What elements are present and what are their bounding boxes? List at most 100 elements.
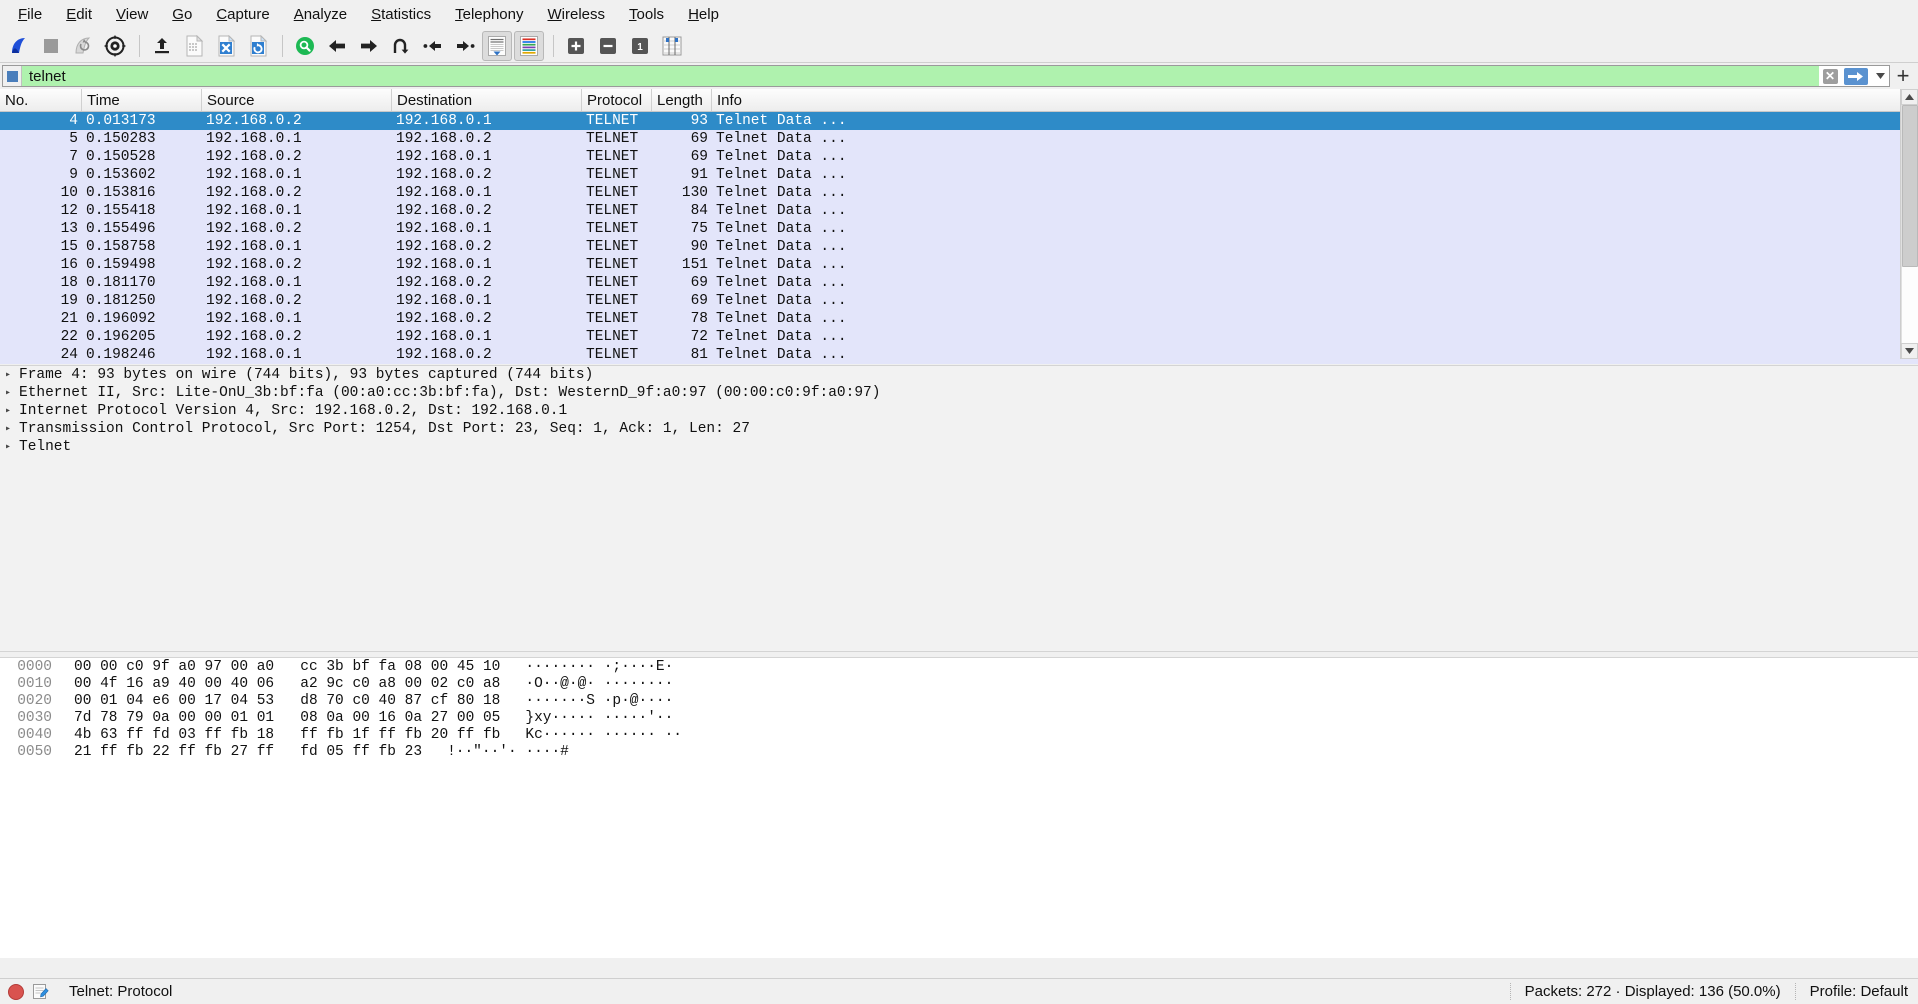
expand-triangle-icon[interactable]: ▸ <box>5 387 19 399</box>
expand-triangle-icon[interactable]: ▸ <box>5 405 19 417</box>
reload-file-icon[interactable] <box>243 31 273 61</box>
cell-len: 130 <box>681 185 708 201</box>
pane-splitter-bottom[interactable] <box>0 651 1918 658</box>
column-header-no[interactable]: No. <box>0 89 82 111</box>
table-row[interactable]: 16 0.159498 192.168.0.2 192.168.0.1 TELNET 15… <box>0 256 1918 274</box>
hexdump-row[interactable]: 0000 00 00 c0 9f a0 97 00 a0 cc 3b bf fa … <box>0 658 1918 675</box>
table-row[interactable]: 19 0.181250 192.168.0.2 192.168.0.1 TELNET 69… <box>0 292 1918 310</box>
packet-bytes-pane[interactable]: 0000 00 00 c0 9f a0 97 00 a0 cc 3b bf fa … <box>0 658 1918 958</box>
hexdump-row[interactable]: 0040 4b 63 ff fd 03 ff fb 18 ff fb 1f ff … <box>0 726 1918 743</box>
hexdump-row[interactable]: 0050 21 ff fb 22 ff fb 27 ff fd 05 ff fb … <box>0 743 1918 760</box>
menu-help[interactable]: Help <box>676 3 731 26</box>
packet-list-scrollbar[interactable] <box>1900 89 1918 359</box>
status-divider <box>1509 983 1511 1000</box>
packet-details-pane[interactable]: ▸ Frame 4: 93 bytes on wire (744 bits), 9… <box>0 366 1918 651</box>
menu-capture[interactable]: Capture <box>204 3 281 26</box>
apply-filter-icon[interactable] <box>1841 66 1871 86</box>
table-row[interactable]: 24 0.198246 192.168.0.1 192.168.0.2 TELNET 81… <box>0 346 1918 364</box>
menu-view[interactable]: View <box>104 3 160 26</box>
zoom-reset-icon[interactable]: 1 <box>625 31 655 61</box>
go-to-packet-icon[interactable] <box>386 31 416 61</box>
menu-go[interactable]: Go <box>160 3 204 26</box>
column-header-info[interactable]: Info <box>712 89 1918 111</box>
column-header-destination[interactable]: Destination <box>392 89 582 111</box>
auto-scroll-icon[interactable] <box>482 30 512 61</box>
display-filter-container[interactable]: telnet ✕ <box>2 65 1890 87</box>
save-file-icon[interactable] <box>179 31 209 61</box>
detail-row[interactable]: ▸ Frame 4: 93 bytes on wire (744 bits), 9… <box>0 366 1918 384</box>
menu-tools[interactable]: Tools <box>617 3 676 26</box>
cell-len: 81 <box>690 347 708 363</box>
scrollbar-thumb[interactable] <box>1902 105 1918 267</box>
close-file-icon[interactable] <box>211 31 241 61</box>
cell-src: 192.168.0.2 <box>206 113 302 129</box>
expand-triangle-icon[interactable]: ▸ <box>5 369 19 381</box>
menu-wireless[interactable]: Wireless <box>536 3 618 26</box>
find-packet-icon[interactable] <box>290 31 320 61</box>
status-profile-text[interactable]: Profile: Default <box>1810 983 1908 1000</box>
menu-file[interactable]: File <box>6 3 54 26</box>
capture-options-icon[interactable] <box>100 31 130 61</box>
resize-columns-icon[interactable] <box>657 31 687 61</box>
table-row[interactable]: 4 0.013173 192.168.0.2 192.168.0.1 TELNET 93 T… <box>0 112 1918 130</box>
table-row[interactable]: 10 0.153816 192.168.0.2 192.168.0.1 TELNET 13… <box>0 184 1918 202</box>
detail-row[interactable]: ▸ Transmission Control Protocol, Src Port… <box>0 420 1918 438</box>
cell-proto: TELNET <box>586 311 639 327</box>
detail-row[interactable]: ▸ Ethernet II, Src: Lite-OnU_3b:bf:fa (00… <box>0 384 1918 402</box>
hexdump-row[interactable]: 0010 00 4f 16 a9 40 00 40 06 a2 9c c0 a8 … <box>0 675 1918 692</box>
column-header-length[interactable]: Length <box>652 89 712 111</box>
cell-no: 5 <box>69 131 78 147</box>
table-row[interactable]: 22 0.196205 192.168.0.2 192.168.0.1 TELNET 72… <box>0 328 1918 346</box>
packet-list[interactable]: No. Time Source Destination Protocol Length In… <box>0 89 1918 364</box>
go-first-packet-icon[interactable] <box>418 31 448 61</box>
table-row[interactable]: 13 0.155496 192.168.0.2 192.168.0.1 TELNET 75… <box>0 220 1918 238</box>
colorize-icon[interactable] <box>514 30 544 61</box>
main-toolbar: 1 <box>0 29 1918 63</box>
bookmark-icon[interactable] <box>3 66 22 86</box>
start-capture-icon[interactable] <box>4 31 34 61</box>
expand-triangle-icon[interactable]: ▸ <box>5 441 19 453</box>
table-row[interactable]: 21 0.196092 192.168.0.1 192.168.0.2 TELNET 78… <box>0 310 1918 328</box>
scroll-down-arrow[interactable] <box>1901 343 1918 359</box>
detail-row[interactable]: ▸ Telnet <box>0 438 1918 456</box>
menu-edit[interactable]: Edit <box>54 3 104 26</box>
table-row[interactable]: 5 0.150283 192.168.0.1 192.168.0.2 TELNET 69 T… <box>0 130 1918 148</box>
table-row[interactable]: 18 0.181170 192.168.0.1 192.168.0.2 TELNET 69… <box>0 274 1918 292</box>
cell-src: 192.168.0.1 <box>206 347 302 363</box>
zoom-out-icon[interactable] <box>593 31 623 61</box>
go-back-icon[interactable] <box>322 31 352 61</box>
menu-analyze[interactable]: Analyze <box>282 3 359 26</box>
packet-list-header[interactable]: No. Time Source Destination Protocol Length In… <box>0 89 1918 112</box>
chevron-down-icon[interactable] <box>1871 66 1889 86</box>
cell-info: Telnet Data ... <box>716 167 847 183</box>
expand-triangle-icon[interactable]: ▸ <box>5 423 19 435</box>
cell-proto: TELNET <box>586 131 639 147</box>
column-header-protocol[interactable]: Protocol <box>582 89 652 111</box>
detail-row[interactable]: ▸ Internet Protocol Version 4, Src: 192.1… <box>0 402 1918 420</box>
hexdump-row[interactable]: 0030 7d 78 79 0a 00 00 01 01 08 0a 00 16 … <box>0 709 1918 726</box>
go-forward-icon[interactable] <box>354 31 384 61</box>
table-row[interactable]: 9 0.153602 192.168.0.1 192.168.0.2 TELNET 91 T… <box>0 166 1918 184</box>
restart-capture-icon[interactable] <box>68 31 98 61</box>
hexdump-row[interactable]: 0020 00 01 04 e6 00 17 04 53 d8 70 c0 40 … <box>0 692 1918 709</box>
packet-list-rows[interactable]: 4 0.013173 192.168.0.2 192.168.0.1 TELNET 93 T… <box>0 112 1918 364</box>
open-file-icon[interactable] <box>147 31 177 61</box>
column-header-source[interactable]: Source <box>202 89 392 111</box>
zoom-in-icon[interactable] <box>561 31 591 61</box>
go-last-packet-icon[interactable] <box>450 31 480 61</box>
display-filter-input[interactable]: telnet <box>22 66 1819 86</box>
scroll-up-arrow[interactable] <box>1901 89 1918 105</box>
menu-statistics[interactable]: Statistics <box>359 3 443 26</box>
expert-info-icon[interactable] <box>8 983 24 1000</box>
table-row[interactable]: 7 0.150528 192.168.0.2 192.168.0.1 TELNET 69 T… <box>0 148 1918 166</box>
stop-capture-icon[interactable] <box>36 31 66 61</box>
table-row[interactable]: 12 0.155418 192.168.0.1 192.168.0.2 TELNET 84… <box>0 202 1918 220</box>
scrollbar-track[interactable] <box>1901 105 1918 343</box>
cell-dst: 192.168.0.2 <box>396 311 492 327</box>
add-filter-button[interactable]: + <box>1890 63 1916 88</box>
column-header-time[interactable]: Time <box>82 89 202 111</box>
capture-comment-icon[interactable] <box>32 983 49 1000</box>
clear-filter-icon[interactable]: ✕ <box>1819 66 1841 86</box>
table-row[interactable]: 15 0.158758 192.168.0.1 192.168.0.2 TELNET 90… <box>0 238 1918 256</box>
menu-telephony[interactable]: Telephony <box>443 3 535 26</box>
